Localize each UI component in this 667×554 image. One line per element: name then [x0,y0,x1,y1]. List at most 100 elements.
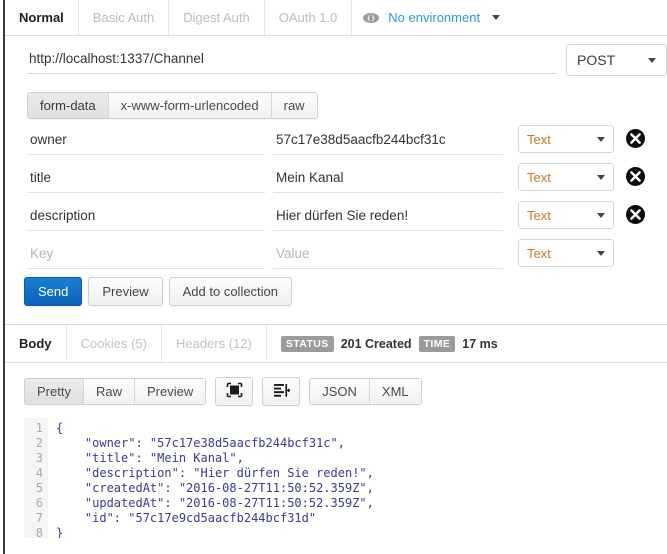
response-body-code[interactable]: { "owner": "57c17e38d5aacfb244bcf31c", "… [48,418,654,538]
request-actions: Send Preview Add to collection [24,277,292,306]
response-meta: STATUS 201 Created TIME 17 ms [267,325,498,362]
param-type-label: Text [527,132,551,147]
line-number: 4 [24,466,43,481]
wrap-lines-icon [273,382,290,401]
form-data-row: Text [5,198,667,236]
param-key-input[interactable] [27,166,265,193]
send-button-label: Send [38,284,68,299]
tab-oauth-1[interactable]: OAuth 1.0 [265,0,353,35]
param-key-input[interactable] [27,128,265,155]
format-group: JSON XML [309,378,421,405]
http-method-label: POST [577,52,615,68]
left-rail [3,0,5,554]
tab-digest-auth-label: Digest Auth [183,10,250,25]
line-number: 6 [24,496,43,511]
tab-normal-label: Normal [19,10,64,25]
form-data-row-empty: Text [5,236,667,274]
status-value: 201 Created [341,337,412,351]
eye-icon[interactable] [362,12,380,24]
chevron-down-icon [597,137,605,142]
postman-app: Normal Basic Auth Digest Auth OAuth 1.0 … [0,0,667,554]
line-number: 8 [24,526,43,541]
delete-param-button[interactable] [625,204,646,225]
tab-cookies-label: Cookies (5) [81,336,147,351]
chevron-down-icon [597,175,605,180]
body-type-raw[interactable]: raw [272,93,317,118]
wrap-lines-button[interactable] [262,377,300,406]
http-method-select[interactable]: POST [566,44,667,76]
response-body-viewer[interactable]: 1 2 3 4 5 6 7 8 { "owner": "57c17e38d5aa… [24,418,654,538]
param-type-select[interactable]: Text [518,239,614,267]
param-type-label: Text [527,208,551,223]
tab-body[interactable]: Body [5,325,67,362]
format-xml-label: XML [382,384,409,399]
tab-cookies[interactable]: Cookies (5) [67,325,162,362]
send-button[interactable]: Send [24,277,82,306]
tab-oauth-1-label: OAuth 1.0 [279,10,338,25]
body-type-urlencoded[interactable]: x-www-form-urlencoded [109,93,272,118]
delete-param-button[interactable] [625,166,646,187]
param-value-input[interactable] [273,204,503,231]
format-json[interactable]: JSON [310,379,370,404]
response-toolbar: Pretty Raw Preview [24,377,422,406]
fullscreen-icon [226,382,243,401]
format-xml[interactable]: XML [370,379,421,404]
tab-headers-label: Headers (12) [176,336,252,351]
delete-param-button[interactable] [625,128,646,149]
param-value-input[interactable] [273,242,503,269]
time-value: 17 ms [462,337,497,351]
line-number-gutter: 1 2 3 4 5 6 7 8 [24,418,48,538]
line-number: 3 [24,451,43,466]
body-type-form-data[interactable]: form-data [28,93,109,118]
chevron-down-icon [648,58,656,63]
auth-tab-bar: Normal Basic Auth Digest Auth OAuth 1.0 … [5,0,667,36]
tab-digest-auth[interactable]: Digest Auth [169,0,265,35]
param-key-input[interactable] [27,242,265,269]
tab-basic-auth[interactable]: Basic Auth [79,0,169,35]
status-badge: STATUS [281,336,334,352]
param-key-input[interactable] [27,204,265,231]
time-badge: TIME [419,336,456,352]
view-mode-raw-label: Raw [96,384,122,399]
form-data-row: Text [5,122,667,160]
chevron-down-icon [597,213,605,218]
line-number: 2 [24,436,43,451]
preview-button-label: Preview [102,284,148,299]
chevron-down-icon [597,251,605,256]
param-type-select[interactable]: Text [518,163,614,191]
view-mode-group: Pretty Raw Preview [24,378,206,405]
body-type-group: form-data x-www-form-urlencoded raw [27,92,318,119]
add-to-collection-button-label: Add to collection [183,284,278,299]
param-value-input[interactable] [273,128,503,155]
format-json-label: JSON [322,384,357,399]
tab-basic-auth-label: Basic Auth [93,10,154,25]
param-type-label: Text [527,170,551,185]
url-row: POST [5,44,667,82]
tab-body-label: Body [19,336,52,351]
view-mode-preview[interactable]: Preview [135,379,205,404]
view-mode-raw[interactable]: Raw [84,379,135,404]
line-number: 7 [24,511,43,526]
environment-label[interactable]: No environment [388,10,480,25]
tab-normal[interactable]: Normal [5,0,79,35]
view-mode-pretty[interactable]: Pretty [25,379,84,404]
param-type-select[interactable]: Text [518,201,614,229]
fullscreen-button[interactable] [215,377,253,406]
line-number: 1 [24,421,43,436]
environment-selector[interactable]: No environment [352,0,510,35]
body-type-form-data-label: form-data [40,98,96,113]
view-mode-preview-label: Preview [147,384,193,399]
body-type-raw-label: raw [284,98,305,113]
param-value-input[interactable] [273,166,503,193]
preview-button[interactable]: Preview [88,277,162,306]
param-type-select[interactable]: Text [518,125,614,153]
chevron-down-icon[interactable] [492,15,500,20]
line-number: 5 [24,481,43,496]
form-data-row: Text [5,160,667,198]
response-tab-bar: Body Cookies (5) Headers (12) STATUS 201… [5,325,667,363]
body-type-urlencoded-label: x-www-form-urlencoded [121,98,259,113]
url-input[interactable] [27,46,557,74]
add-to-collection-button[interactable]: Add to collection [169,277,292,306]
param-type-label: Text [527,246,551,261]
tab-headers[interactable]: Headers (12) [162,325,267,362]
